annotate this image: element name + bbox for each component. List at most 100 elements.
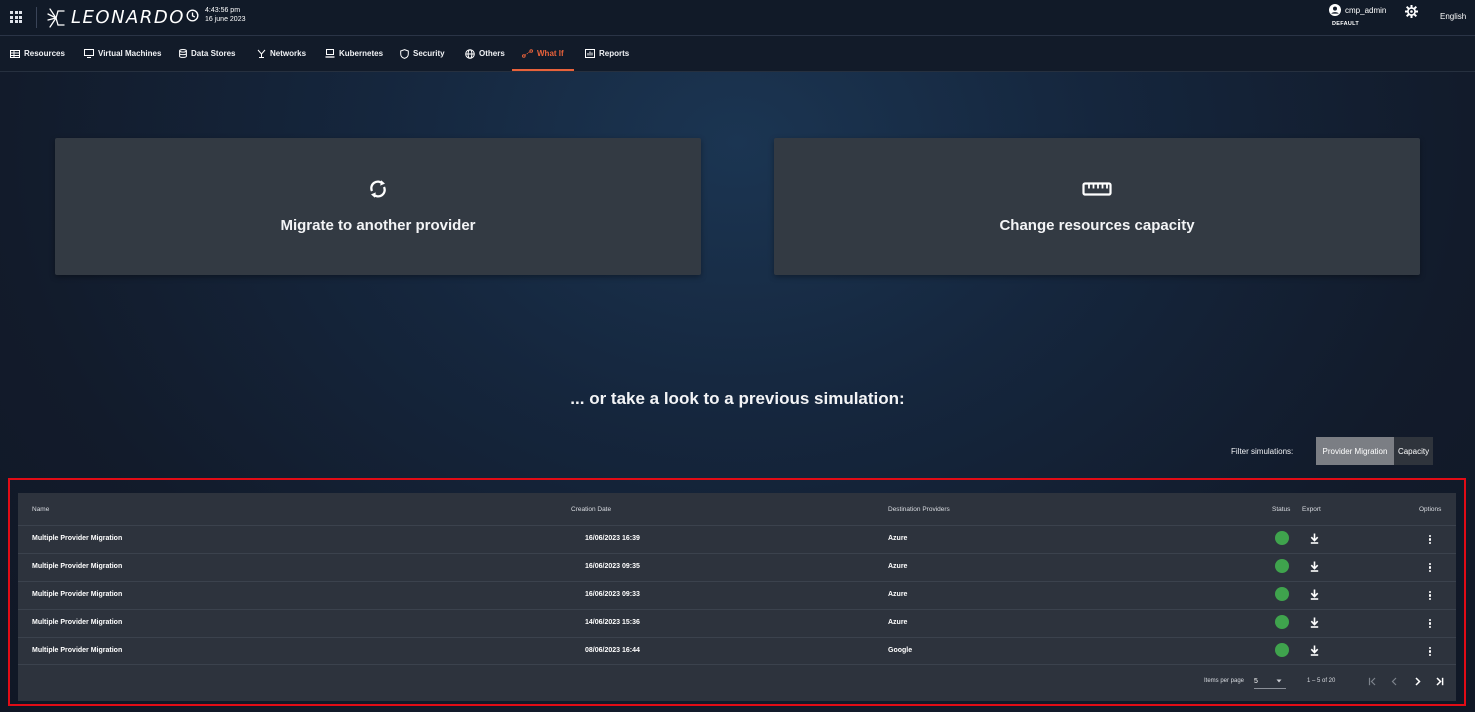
nav-security[interactable]: Security [400,36,445,71]
status-indicator [1275,615,1289,629]
col-header-creation-date[interactable]: Creation Date [571,493,611,525]
row-date: 14/06/2023 15:36 [585,619,640,626]
nav-what-if[interactable]: What If [522,36,564,71]
download-icon[interactable] [1310,561,1319,572]
logo-text: LEONARDO [71,7,185,28]
resources-icon [10,49,20,58]
nav-reports[interactable]: Reports [585,36,629,71]
filter-label: Filter simulations: [1231,447,1294,456]
divider [18,609,1456,610]
top-bar: LEONARDO 4:43:56 pm 16 june 2023 cmp_adm… [0,0,1475,36]
row-name: Multiple Provider Migration [32,535,123,542]
previous-simulations-title: ... or take a look to a previous simulat… [570,389,905,408]
download-icon[interactable] [1310,589,1319,600]
row-date: 16/06/2023 09:35 [585,563,640,570]
filter-toggle-group: Provider Migration Capacity [1316,437,1433,465]
previous-page-icon[interactable] [1390,677,1399,686]
next-page-icon[interactable] [1413,677,1422,686]
main-nav: Resources Virtual Machines Data Stores N… [0,36,1475,72]
row-date: 08/06/2023 16:44 [585,647,640,654]
nav-networks[interactable]: Networks [257,36,306,71]
nav-data-stores[interactable]: Data Stores [179,36,235,71]
status-indicator [1275,643,1289,657]
col-header-destination-providers[interactable]: Destination Providers [888,493,950,525]
more-options-icon[interactable] [1429,590,1432,601]
kubernetes-icon [325,49,335,58]
last-page-icon[interactable] [1435,677,1444,686]
download-icon[interactable] [1310,533,1319,544]
row-provider: Azure [888,619,908,626]
first-page-icon[interactable] [1368,677,1377,686]
settings-button[interactable] [1404,4,1419,23]
clock-icon [186,8,199,22]
row-date: 16/06/2023 16:39 [585,535,640,542]
divider [18,637,1456,638]
status-indicator [1275,531,1289,545]
col-header-export: Export [1302,505,1321,513]
nav-label: Data Stores [191,49,236,58]
divider [36,7,37,28]
logo[interactable]: LEONARDO [47,7,185,28]
download-icon[interactable] [1310,617,1319,628]
change-capacity-label: Change resources capacity [999,217,1195,234]
gear-icon [1404,4,1419,19]
nav-label: Kubernetes [339,49,384,58]
monitor-icon [84,49,94,58]
nav-virtual-machines[interactable]: Virtual Machines [84,36,161,71]
globe-icon [465,48,475,59]
items-per-page-label: Items per page [1204,678,1245,684]
current-date: 16 june 2023 [205,16,246,23]
nav-label: Resources [24,49,65,58]
simulations-table: Name Creation Date Destination Providers… [18,493,1456,701]
page-range: 1 – 5 of 20 [1307,678,1336,684]
tenant-name: DEFAULT [1332,21,1360,27]
more-options-icon[interactable] [1429,646,1432,657]
more-options-icon[interactable] [1429,618,1432,629]
nav-label: Reports [599,49,630,58]
account-circle-icon [1329,4,1341,16]
migrate-provider-label: Migrate to another provider [280,217,476,234]
change-capacity-card[interactable]: Change resources capacity [774,138,1420,275]
active-tab-indicator [512,69,574,71]
col-header-name[interactable]: Name [32,493,49,525]
language-selector[interactable]: English [1440,12,1466,21]
divider [18,664,1456,665]
status-indicator [1275,587,1289,601]
ruler-icon [1082,182,1112,196]
nav-label: Others [479,49,505,58]
more-options-icon[interactable] [1429,534,1432,545]
leonardo-logo-icon [47,7,65,28]
database-icon [179,49,187,58]
nav-others[interactable]: Others [465,36,505,71]
migrate-provider-card[interactable]: Migrate to another provider [55,138,701,275]
filter-capacity[interactable]: Capacity [1394,437,1433,465]
download-icon[interactable] [1310,645,1319,656]
row-name: Multiple Provider Migration [32,563,123,570]
row-name: Multiple Provider Migration [32,591,123,598]
more-options-icon[interactable] [1429,562,1432,573]
route-icon [522,49,533,58]
divider [18,553,1456,554]
clock: 4:43:56 pm 16 june 2023 [186,6,245,24]
row-name: Multiple Provider Migration [32,647,123,654]
shield-icon [400,48,409,59]
row-provider: Azure [888,591,908,598]
dropdown-arrow-icon[interactable] [1276,679,1282,683]
filter-provider-migration[interactable]: Provider Migration [1316,437,1394,465]
nav-resources[interactable]: Resources [10,36,65,71]
nav-label: Security [413,49,445,58]
current-time: 4:43:56 pm [205,7,241,14]
user-menu[interactable]: cmp_admin DEFAULT [1329,4,1386,27]
nav-kubernetes[interactable]: Kubernetes [325,36,383,71]
col-header-options: Options [1419,505,1442,513]
user-name: cmp_admin [1345,5,1387,15]
apps-grid-icon[interactable] [10,11,22,23]
network-icon [257,49,266,58]
col-header-status: Status [1272,505,1291,513]
select-underline [1254,688,1286,689]
nav-label: What If [537,49,564,58]
row-date: 16/06/2023 09:33 [585,591,640,598]
sync-icon [370,180,386,198]
row-name: Multiple Provider Migration [32,619,123,626]
nav-label: Virtual Machines [98,49,162,58]
